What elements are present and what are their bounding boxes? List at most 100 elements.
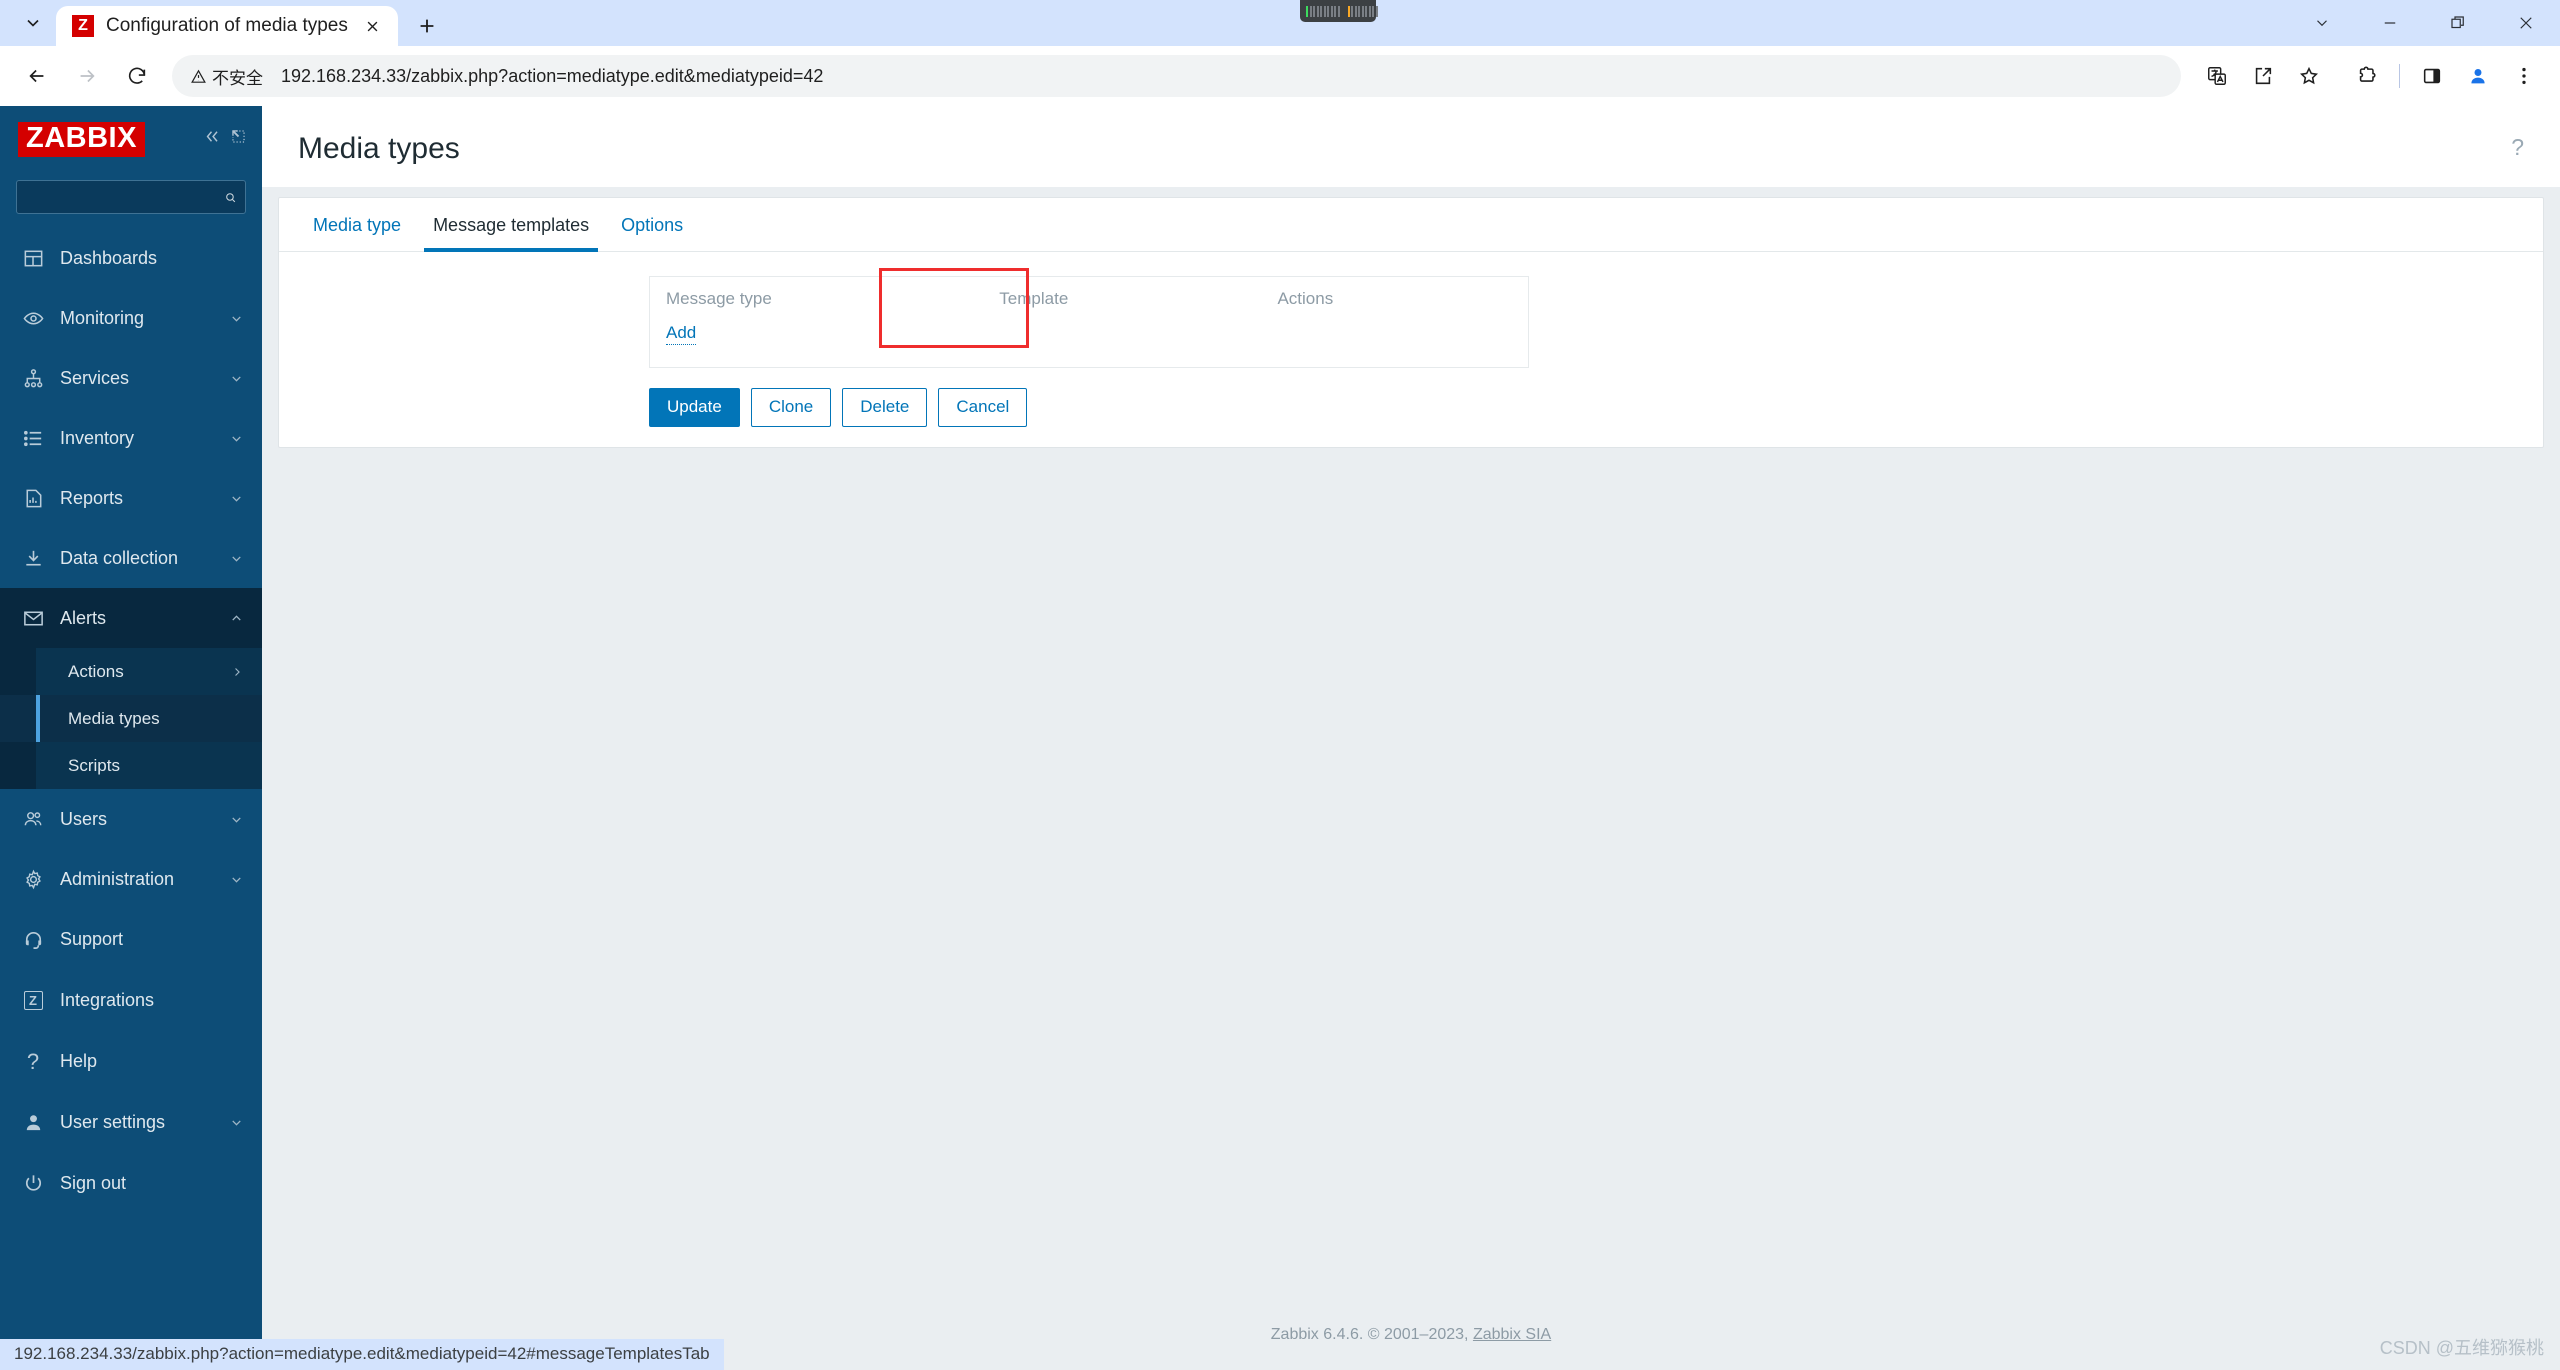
sidebar-item-label: Inventory — [60, 427, 135, 448]
sidebar-item-help[interactable]: ? Help — [0, 1031, 262, 1092]
sidebar-subitem-label: Media types — [68, 708, 160, 728]
address-bar-url: 192.168.234.33/zabbix.php?action=mediaty… — [281, 65, 824, 86]
collapse-sidebar-icon[interactable] — [202, 127, 221, 151]
page-title: Media types — [298, 132, 460, 165]
sidebar-item-dashboards[interactable]: Dashboards — [0, 228, 262, 288]
zabbix-favicon-icon: Z — [72, 15, 94, 37]
zabbix-sia-link[interactable]: Zabbix SIA — [1473, 1326, 1551, 1343]
list-icon — [20, 427, 46, 450]
message-templates-panel: Message type Template Actions Add Update… — [279, 252, 2543, 428]
tab-search-chevron-icon[interactable] — [10, 0, 56, 46]
browser-tab-title: Configuration of media types — [106, 15, 348, 36]
power-icon — [20, 1172, 46, 1195]
sidebar-item-sign-out[interactable]: Sign out — [0, 1153, 262, 1214]
sidebar-item-reports[interactable]: Reports — [0, 468, 262, 528]
chevron-down-icon — [229, 551, 244, 566]
add-message-template-link[interactable]: Add — [666, 323, 697, 345]
chevron-down-icon — [229, 311, 244, 326]
sidebar-item-services[interactable]: Services — [0, 348, 262, 408]
hide-sidebar-icon[interactable] — [229, 127, 248, 151]
clone-button[interactable]: Clone — [750, 388, 832, 428]
page-viewport: ZABBIX Dashboards Monitoring Services In… — [0, 106, 2560, 1370]
bookmark-star-icon[interactable] — [2287, 54, 2331, 98]
sidebar-item-actions[interactable]: Actions — [0, 648, 262, 695]
sidebar-item-integrations[interactable]: Z Integrations — [0, 970, 262, 1031]
chrome-menu-icon[interactable] — [2502, 54, 2546, 98]
table-header-row: Message type Template Actions — [650, 277, 1529, 320]
security-warning-badge[interactable]: 不安全 — [190, 64, 263, 89]
delete-button[interactable]: Delete — [842, 388, 928, 428]
side-panel-icon[interactable] — [2410, 54, 2454, 98]
translate-icon[interactable] — [2195, 54, 2239, 98]
window-close-icon[interactable] — [2492, 0, 2560, 46]
forward-icon[interactable] — [64, 53, 110, 99]
sidebar-item-users[interactable]: Users — [0, 789, 262, 849]
back-icon[interactable] — [14, 53, 60, 99]
share-icon[interactable] — [2241, 54, 2285, 98]
sidebar-item-label: Users — [60, 808, 108, 829]
tab-message-templates[interactable]: Message templates — [417, 198, 605, 252]
eye-icon — [20, 307, 46, 330]
chevron-down-icon — [229, 872, 244, 887]
column-header-message-type: Message type — [666, 289, 772, 308]
users-icon — [20, 808, 46, 831]
sidebar-item-media-types[interactable]: Media types — [0, 695, 262, 742]
chevron-down-icon — [229, 371, 244, 386]
zabbix-logo[interactable]: ZABBIX — [18, 121, 145, 157]
new-tab-icon[interactable] — [404, 6, 450, 46]
window-chevron-down-icon[interactable] — [2288, 0, 2356, 46]
profile-avatar-icon[interactable] — [2456, 54, 2500, 98]
cancel-button[interactable]: Cancel — [938, 388, 1028, 428]
sidebar-item-data-collection[interactable]: Data collection — [0, 528, 262, 588]
report-icon — [20, 487, 46, 510]
sidebar-search-box[interactable] — [16, 180, 246, 214]
sidebar-item-label: Services — [60, 367, 130, 388]
dashboard-icon — [20, 247, 46, 270]
sidebar-item-monitoring[interactable]: Monitoring — [0, 288, 262, 348]
chevron-up-icon — [229, 611, 244, 626]
sidebar-item-label: Integrations — [60, 990, 155, 1010]
sidebar-item-label: Sign out — [60, 1173, 127, 1193]
message-templates-table-wrap: Message type Template Actions Add — [649, 276, 1529, 368]
sidebar-item-alerts[interactable]: Alerts — [0, 588, 262, 648]
media-type-form-card: Media type Message templates Options Mes… — [278, 197, 2544, 449]
empty-cell-template — [983, 319, 1261, 368]
question-icon: ? — [26, 1048, 40, 1074]
browser-toolbar: 不安全 192.168.234.33/zabbix.php?action=med… — [0, 46, 2560, 106]
column-header-actions: Actions — [1277, 289, 1334, 308]
sidebar-item-label: Help — [60, 1051, 98, 1071]
sidebar-item-administration[interactable]: Administration — [0, 849, 262, 909]
zabbix-badge-icon: Z — [20, 991, 46, 1010]
sidebar-item-user-settings[interactable]: User settings — [0, 1092, 262, 1153]
sidebar-menu: Dashboards Monitoring Services Inventory… — [0, 228, 262, 1220]
browser-tabstrip: Z Configuration of media types — [0, 0, 2560, 46]
tab-media-type[interactable]: Media type — [297, 198, 417, 251]
sidebar-item-inventory[interactable]: Inventory — [0, 408, 262, 468]
window-controls — [2288, 0, 2560, 46]
extensions-icon[interactable] — [2345, 54, 2389, 98]
sidebar-item-scripts[interactable]: Scripts — [0, 742, 262, 789]
gear-icon — [20, 868, 46, 891]
form-tabs: Media type Message templates Options — [279, 198, 2543, 252]
performance-meter-overlay — [1300, 0, 1378, 22]
window-minimize-icon[interactable] — [2356, 0, 2424, 46]
search-input[interactable] — [25, 188, 224, 206]
page-help-icon[interactable]: ? — [2511, 132, 2524, 159]
empty-cell-actions — [1261, 319, 1528, 368]
footer-text: Zabbix 6.4.6. © 2001–2023, — [1270, 1326, 1473, 1343]
sidebar-header-icons — [202, 127, 248, 151]
update-button[interactable]: Update — [649, 388, 740, 428]
sidebar-item-support[interactable]: Support — [0, 909, 262, 970]
alerts-submenu: Actions Media types Scripts — [0, 648, 262, 789]
reload-icon[interactable] — [114, 53, 160, 99]
chevron-down-icon — [229, 812, 244, 827]
address-bar[interactable]: 不安全 192.168.234.33/zabbix.php?action=med… — [172, 55, 2181, 97]
table-add-row: Add — [650, 319, 1529, 368]
add-cell: Add — [650, 319, 984, 368]
tab-options[interactable]: Options — [605, 198, 699, 251]
browser-tab[interactable]: Z Configuration of media types — [56, 6, 398, 46]
window-restore-icon[interactable] — [2424, 0, 2492, 46]
sidebar-item-label: Data collection — [60, 547, 179, 568]
search-icon — [226, 192, 236, 202]
close-tab-icon[interactable] — [360, 13, 386, 39]
